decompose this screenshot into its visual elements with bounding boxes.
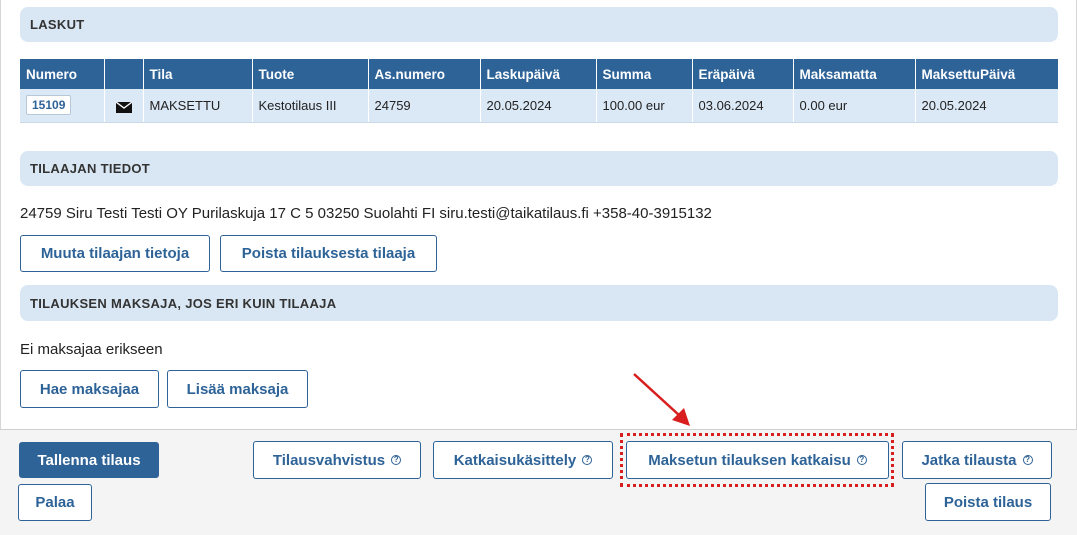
termination-handling-button[interactable]: Katkaisukäsittely ? bbox=[433, 441, 613, 479]
continue-order-button[interactable]: Jatka tilausta ? bbox=[902, 441, 1052, 479]
annotation-arrow-icon bbox=[633, 373, 690, 426]
search-payer-button[interactable]: Hae maksajaa bbox=[20, 370, 159, 408]
payer-info: Ei maksajaa erikseen bbox=[20, 341, 163, 358]
invoice-number-link[interactable]: 15109 bbox=[26, 95, 72, 116]
col-tuote[interactable]: Tuote bbox=[252, 59, 369, 89]
help-icon: ? bbox=[1022, 455, 1033, 465]
cell-icon bbox=[104, 89, 144, 123]
orderer-header-title: TILAAJAN TIEDOT bbox=[30, 161, 151, 176]
edit-orderer-button[interactable]: Muuta tilaajan tietoja bbox=[20, 235, 210, 272]
payer-header-title: TILAUKSEN MAKSAJA, JOS ERI KUIN TILAAJA bbox=[30, 295, 337, 311]
payer-section-header: TILAUKSEN MAKSAJA, JOS ERI KUIN TILAAJA bbox=[20, 285, 1058, 321]
col-tila[interactable]: Tila bbox=[143, 59, 253, 89]
table-row: 15109 MAKSETTU Kestotilaus III 24759 20.… bbox=[20, 89, 1058, 123]
cell-asnumero: 24759 bbox=[368, 89, 481, 123]
col-maksettupaiva[interactable]: MaksettuPäivä bbox=[915, 59, 1058, 89]
invoices-section-header: LASKUT bbox=[20, 7, 1058, 42]
continue-order-label: Jatka tilausta bbox=[921, 451, 1017, 469]
col-asnumero[interactable]: As.numero bbox=[368, 59, 481, 89]
delete-order-button[interactable]: Poista tilaus bbox=[925, 483, 1051, 521]
termination-handling-label: Katkaisukäsittely bbox=[453, 451, 577, 469]
col-numero[interactable]: Numero bbox=[20, 59, 105, 89]
back-button[interactable]: Palaa bbox=[18, 484, 92, 521]
orderer-info: 24759 Siru Testi Testi OY Purilaskuja 17… bbox=[20, 205, 712, 222]
remove-orderer-button[interactable]: Poista tilauksesta tilaaja bbox=[220, 235, 437, 272]
order-confirmation-label: Tilausvahvistus bbox=[272, 451, 386, 469]
cell-tila: MAKSETTU bbox=[143, 89, 253, 123]
col-maksamatta[interactable]: Maksamatta bbox=[793, 59, 916, 89]
col-erapaiva[interactable]: Eräpäivä bbox=[692, 59, 794, 89]
invoices-table: Numero Tila Tuote As.numero Laskupäivä S… bbox=[20, 59, 1058, 123]
col-laskupaiva[interactable]: Laskupäivä bbox=[480, 59, 597, 89]
add-payer-button[interactable]: Lisää maksaja bbox=[167, 370, 308, 408]
col-summa[interactable]: Summa bbox=[596, 59, 693, 89]
help-icon: ? bbox=[391, 455, 402, 465]
annotation-highlight-box bbox=[620, 433, 894, 487]
order-confirmation-button[interactable]: Tilausvahvistus ? bbox=[253, 441, 421, 479]
invoices-header-title: LASKUT bbox=[30, 17, 85, 32]
cell-maksettupaiva: 20.05.2024 bbox=[915, 89, 1058, 123]
invoices-header-row: Numero Tila Tuote As.numero Laskupäivä S… bbox=[20, 59, 1058, 89]
cell-tuote: Kestotilaus III bbox=[252, 89, 369, 123]
col-icon bbox=[104, 59, 144, 89]
cell-laskupaiva: 20.05.2024 bbox=[480, 89, 597, 123]
orderer-section-header: TILAAJAN TIEDOT bbox=[20, 151, 1058, 186]
cell-erapaiva: 03.06.2024 bbox=[692, 89, 794, 123]
help-icon: ? bbox=[582, 455, 593, 465]
envelope-icon[interactable] bbox=[115, 101, 132, 113]
save-order-button[interactable]: Tallenna tilaus bbox=[19, 442, 159, 478]
cell-summa: 100.00 eur bbox=[596, 89, 693, 123]
cell-maksamatta: 0.00 eur bbox=[793, 89, 916, 123]
cell-numero: 15109 bbox=[20, 89, 105, 123]
